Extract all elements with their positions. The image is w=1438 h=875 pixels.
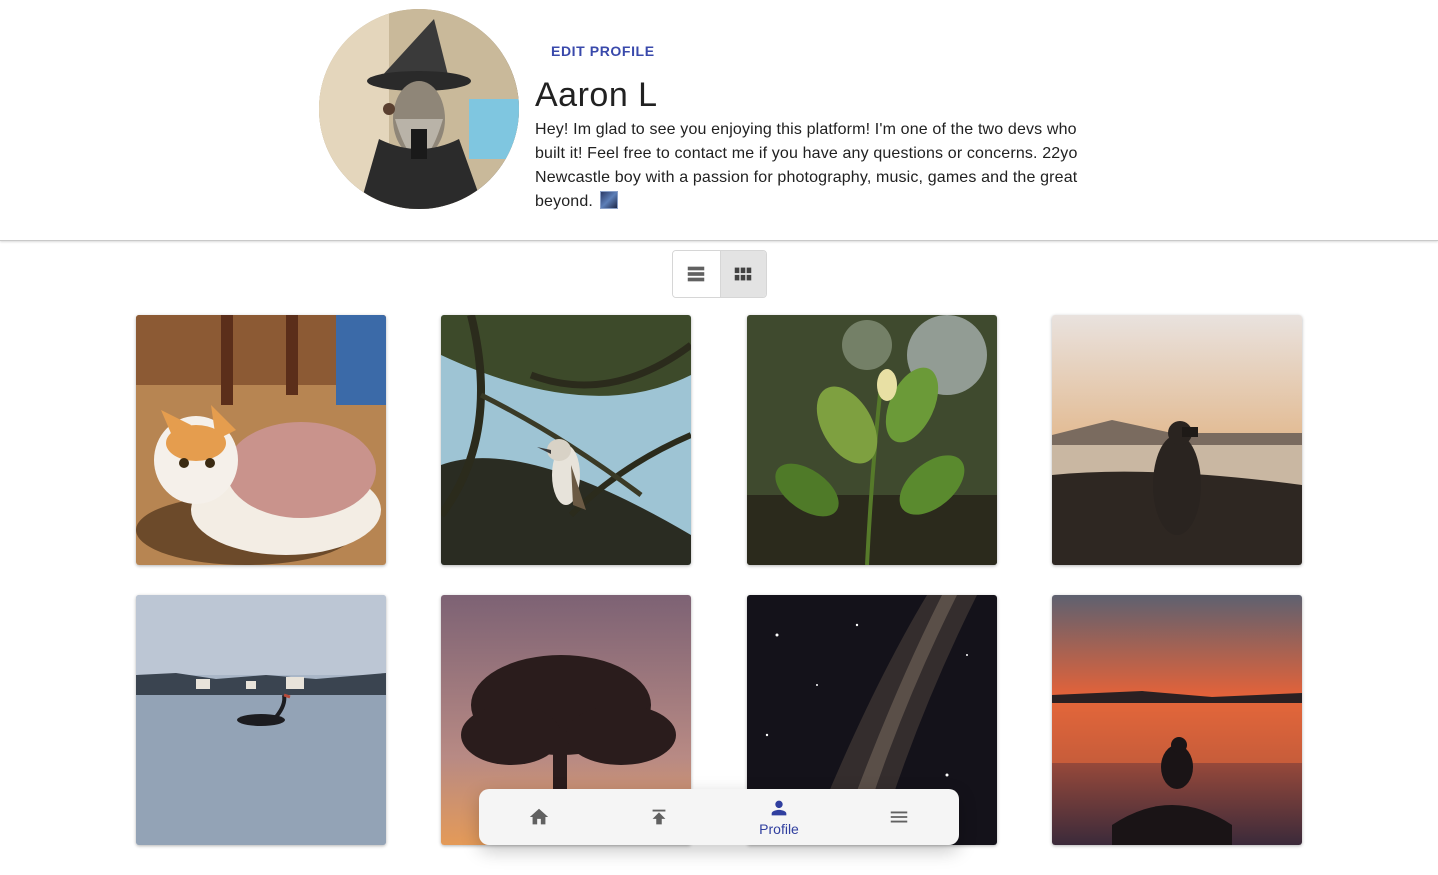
milky-way-emoji-icon: [599, 191, 618, 209]
home-icon: [529, 808, 549, 825]
view-toggle: [672, 250, 767, 298]
grid-view-icon: [735, 267, 752, 281]
list-view-icon: [688, 266, 705, 282]
profile-bio: Hey! Im glad to see you enjoying this pl…: [535, 118, 1085, 214]
photo-tile[interactable]: [441, 315, 691, 565]
profile-name: Aaron L: [535, 76, 658, 114]
photo-tile[interactable]: [1052, 595, 1302, 845]
edit-profile-button[interactable]: EDIT PROFILE: [543, 38, 663, 64]
nav-profile-label: Profile: [759, 821, 799, 837]
photo-tile[interactable]: [747, 315, 997, 565]
profile-header: EDIT PROFILE Aaron L Hey! Im glad to see…: [0, 0, 1438, 241]
upload-icon: [652, 809, 666, 825]
nav-profile[interactable]: Profile: [719, 789, 839, 845]
photo-tile[interactable]: [136, 595, 386, 845]
photo-tile[interactable]: [1052, 315, 1302, 565]
photo-tile[interactable]: [136, 315, 386, 565]
list-view-button[interactable]: [673, 251, 720, 297]
menu-icon: [890, 811, 908, 823]
person-icon: [771, 800, 787, 816]
grid-view-button[interactable]: [719, 251, 766, 297]
nav-home[interactable]: [479, 789, 599, 845]
nav-menu[interactable]: [839, 789, 959, 845]
bottom-navigation: Profile: [479, 789, 959, 845]
avatar: [319, 9, 519, 209]
nav-upload[interactable]: [599, 789, 719, 845]
